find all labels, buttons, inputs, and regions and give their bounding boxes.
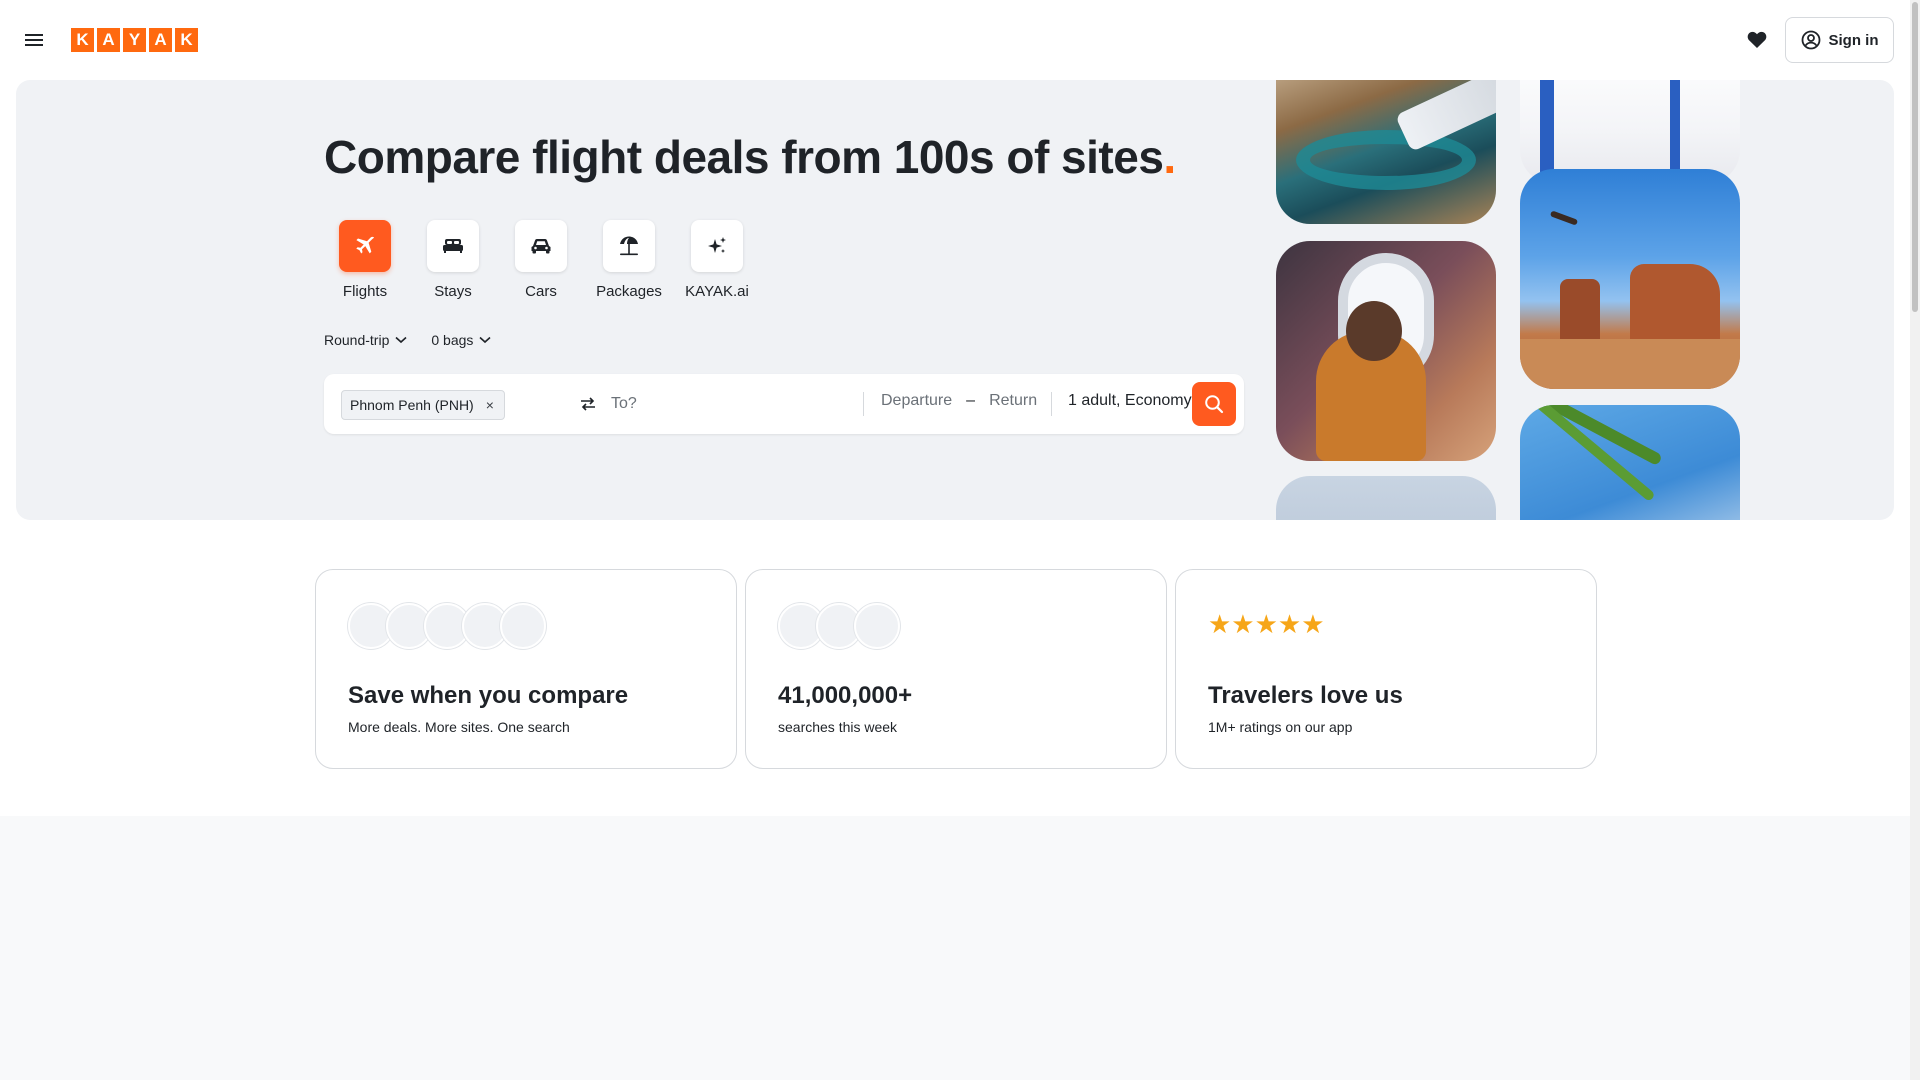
origin-chip-label: Phnom Penh (PNH) bbox=[350, 397, 474, 413]
logo-letter: K bbox=[175, 28, 198, 52]
tab-flights-label: Flights bbox=[342, 283, 388, 300]
card-subtitle: More deals. More sites. One search bbox=[348, 719, 570, 735]
departure-field[interactable]: Departure bbox=[881, 392, 952, 410]
page: K A Y A K Sign in Compare flight deals f… bbox=[0, 0, 1920, 1080]
bed-icon bbox=[427, 220, 479, 272]
logo-letter: K bbox=[71, 28, 94, 52]
divider bbox=[863, 392, 864, 416]
palm-sky-photo bbox=[1520, 405, 1740, 520]
date-picker[interactable]: Departure – Return bbox=[881, 392, 1037, 410]
hero-title-dot: . bbox=[1163, 131, 1176, 183]
heart-icon[interactable] bbox=[1745, 28, 1769, 52]
flight-search-bar: Phnom Penh (PNH) × Departure – Return 1 … bbox=[324, 374, 1244, 434]
bags-label: 0 bags bbox=[431, 332, 474, 348]
value-prop-card: Save when you compare More deals. More s… bbox=[315, 569, 737, 769]
tab-packages-label: Packages bbox=[596, 283, 662, 300]
tab-flights[interactable]: Flights bbox=[324, 220, 406, 300]
hamburger-menu-icon[interactable] bbox=[22, 28, 46, 52]
kayak-logo[interactable]: K A Y A K bbox=[71, 28, 198, 52]
tab-kayak-ai[interactable]: KAYAK.ai bbox=[676, 220, 758, 300]
card-title: Save when you compare bbox=[348, 682, 629, 709]
sky-photo bbox=[1276, 476, 1496, 520]
remove-origin-icon[interactable]: × bbox=[486, 397, 494, 413]
child-airplane-window-photo bbox=[1276, 241, 1496, 461]
car-icon bbox=[515, 220, 567, 272]
top-header: K A Y A K Sign in bbox=[0, 0, 1910, 80]
hero-title-text: Compare flight deals from 100s of sites bbox=[324, 131, 1164, 183]
sign-in-button[interactable]: Sign in bbox=[1785, 17, 1894, 63]
trip-type-label: Round-trip bbox=[324, 332, 390, 348]
tab-cars[interactable]: Cars bbox=[500, 220, 582, 300]
avatar bbox=[854, 603, 900, 649]
trip-type-dropdown[interactable]: Round-trip bbox=[324, 332, 407, 348]
divider bbox=[1051, 392, 1052, 416]
return-field[interactable]: Return bbox=[989, 392, 1037, 410]
card-title: 41,000,000+ bbox=[778, 682, 913, 709]
trip-options: Round-trip 0 bags bbox=[324, 332, 491, 348]
origin-chip[interactable]: Phnom Penh (PNH) × bbox=[341, 390, 505, 420]
card-title: Travelers love us bbox=[1208, 682, 1403, 709]
page-scrollbar[interactable] bbox=[1910, 0, 1920, 1080]
logo-letter: A bbox=[149, 28, 172, 52]
hero-title: Compare flight deals from 100s of sites. bbox=[324, 130, 1176, 184]
date-separator: – bbox=[966, 392, 976, 409]
aerial-wing-photo bbox=[1276, 80, 1496, 224]
card-subtitle: 1M+ ratings on our app bbox=[1208, 719, 1353, 735]
logo-letter: A bbox=[97, 28, 120, 52]
card-subtitle: searches this week bbox=[778, 719, 898, 735]
travelers-cabin-selector[interactable]: 1 adult, Economy bbox=[1068, 392, 1192, 410]
airplane-icon bbox=[339, 220, 391, 272]
tab-stays-label: Stays bbox=[434, 283, 472, 300]
search-button[interactable] bbox=[1192, 382, 1236, 426]
vertical-tabs: Flights Stays Cars Packages KAYAK.ai bbox=[324, 220, 758, 300]
value-prop-cards: Save when you compare More deals. More s… bbox=[315, 569, 1597, 769]
site-logos bbox=[348, 603, 546, 649]
chevron-down-icon bbox=[479, 336, 491, 344]
tab-kayak-ai-label: KAYAK.ai bbox=[685, 283, 749, 300]
scrollbar-thumb[interactable] bbox=[1912, 2, 1918, 312]
user-avatars bbox=[778, 603, 900, 649]
hero-section: Compare flight deals from 100s of sites.… bbox=[16, 80, 1894, 520]
tab-stays[interactable]: Stays bbox=[412, 220, 494, 300]
lower-section bbox=[0, 816, 1910, 1080]
tab-packages[interactable]: Packages bbox=[588, 220, 670, 300]
user-circle-icon bbox=[1801, 30, 1820, 50]
beach-umbrella-icon bbox=[603, 220, 655, 272]
tab-cars-label: Cars bbox=[525, 283, 557, 300]
sign-in-label: Sign in bbox=[1828, 31, 1879, 49]
bags-dropdown[interactable]: 0 bags bbox=[431, 332, 491, 348]
value-prop-card: 41,000,000+ searches this week bbox=[745, 569, 1167, 769]
sparkle-icon bbox=[691, 220, 743, 272]
swap-icon[interactable] bbox=[577, 394, 599, 414]
avatar bbox=[500, 603, 546, 649]
destination-input[interactable] bbox=[611, 386, 841, 422]
logo-letter: Y bbox=[123, 28, 146, 52]
desert-buttes-photo bbox=[1520, 169, 1740, 389]
value-prop-card: ★★★★★ Travelers love us 1M+ ratings on o… bbox=[1175, 569, 1597, 769]
chevron-down-icon bbox=[395, 336, 407, 344]
star-rating-icon: ★★★★★ bbox=[1208, 609, 1325, 639]
search-icon bbox=[1205, 395, 1224, 414]
